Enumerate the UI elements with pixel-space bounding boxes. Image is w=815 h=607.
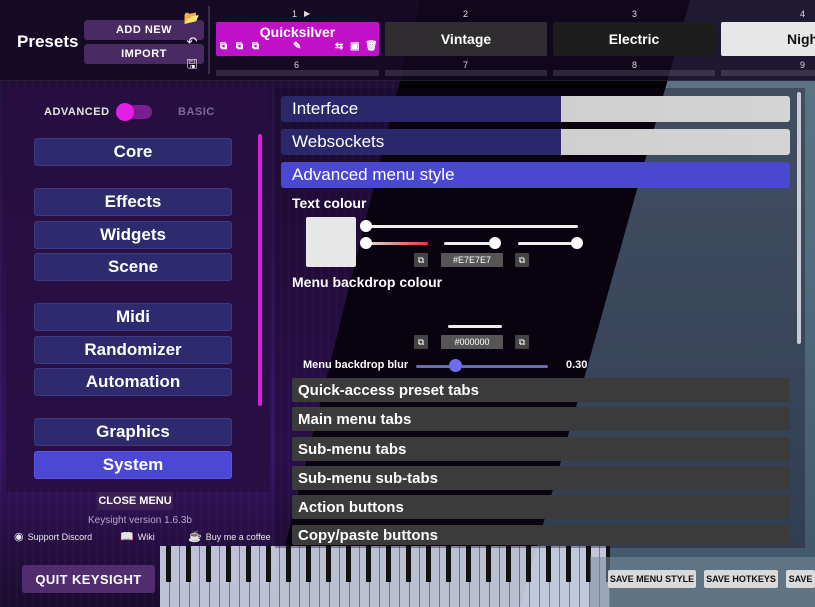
subsection-copy-paste-buttons[interactable]: Copy/paste buttons bbox=[292, 525, 790, 545]
preset-slot-number: 6 bbox=[294, 60, 300, 70]
support-discord-link[interactable]: ◉ Support Discord bbox=[14, 530, 92, 543]
preset-tab-night[interactable]: Nigh bbox=[721, 22, 815, 56]
text-colour-label: Text colour bbox=[292, 195, 367, 211]
copy-icon[interactable]: ⧉ bbox=[414, 253, 428, 267]
copy-icon[interactable]: ⧉ bbox=[220, 41, 227, 52]
piano-black-keys bbox=[160, 546, 610, 582]
backdrop-colour-label: Menu backdrop colour bbox=[292, 274, 443, 290]
backdrop-alpha-slider[interactable] bbox=[448, 325, 502, 328]
subsection-sub-menu-sub-tabs[interactable]: Sub-menu sub-tabs bbox=[292, 466, 790, 490]
settings-scrollbar[interactable] bbox=[797, 92, 801, 344]
close-menu-button[interactable]: CLOSE MENU bbox=[97, 492, 173, 510]
menu-scrollbar[interactable] bbox=[258, 134, 262, 406]
backdrop-blur-knob[interactable] bbox=[449, 359, 462, 372]
presets-divider bbox=[208, 6, 210, 74]
wiki-label: Wiki bbox=[137, 531, 155, 542]
mode-toggle-knob[interactable] bbox=[116, 103, 134, 121]
menu-midi[interactable]: Midi bbox=[34, 303, 232, 331]
blue-slider[interactable] bbox=[518, 242, 578, 245]
menu-automation[interactable]: Automation bbox=[34, 368, 232, 396]
presets-title: Presets bbox=[17, 32, 79, 51]
copy-icon[interactable]: ⧉ bbox=[414, 335, 428, 349]
menu-widgets[interactable]: Widgets bbox=[34, 221, 232, 249]
section-websockets[interactable]: Websockets bbox=[281, 129, 790, 155]
backdrop-blur-value: 0.30 bbox=[566, 359, 588, 371]
book-icon: 📖 bbox=[120, 531, 134, 543]
subsection-sub-menu-tabs[interactable]: Sub-menu tabs bbox=[292, 437, 790, 461]
paste-icon[interactable]: ⧉ bbox=[515, 335, 529, 349]
preset-tab-quicksilver[interactable]: Quicksilver ⧉ ⧉ ⧉ ✎ ⇆ ▣ 🗑 bbox=[216, 22, 379, 56]
backdrop-blur-label: Menu backdrop blur bbox=[303, 359, 409, 371]
slider-knob[interactable] bbox=[489, 237, 501, 249]
wiki-link[interactable]: 📖 Wiki bbox=[120, 530, 155, 543]
section-interface[interactable]: Interface bbox=[281, 96, 790, 122]
buy-coffee-link[interactable]: ☕ Buy me a coffee bbox=[188, 530, 271, 543]
text-alpha-slider[interactable] bbox=[366, 225, 578, 228]
backdrop-blur-slider[interactable] bbox=[416, 365, 548, 368]
copy-icon[interactable]: ⧉ bbox=[236, 41, 243, 52]
menu-system[interactable]: System bbox=[34, 451, 232, 479]
coffee-icon: ☕ bbox=[188, 531, 202, 543]
subsection-quick-access-preset-tabs[interactable]: Quick-access preset tabs bbox=[292, 378, 790, 402]
subsection-action-buttons[interactable]: Action buttons bbox=[292, 495, 790, 519]
preset-tab-empty[interactable] bbox=[216, 70, 379, 76]
preset-slot-number: 7 bbox=[463, 60, 469, 70]
support-discord-label: Support Discord bbox=[27, 531, 93, 542]
menu-scene[interactable]: Scene bbox=[34, 253, 232, 281]
slider-knob[interactable] bbox=[360, 237, 372, 249]
subsection-main-menu-tabs[interactable]: Main menu tabs bbox=[292, 407, 790, 431]
basic-label: BASIC bbox=[178, 106, 215, 118]
advanced-label: ADVANCED bbox=[44, 106, 110, 118]
text-colour-swatch[interactable] bbox=[306, 217, 356, 267]
preset-tab-vintage[interactable]: Vintage bbox=[385, 22, 547, 56]
discord-icon: ◉ bbox=[14, 531, 24, 543]
preset-tab-empty[interactable] bbox=[385, 70, 547, 76]
preset-tab-empty[interactable] bbox=[721, 70, 815, 76]
folder-open-icon[interactable]: 📂 bbox=[183, 9, 201, 27]
copy-icon[interactable]: ⧉ bbox=[252, 41, 259, 52]
version-text: Keysight version 1.6.3b bbox=[88, 515, 192, 526]
slider-knob[interactable] bbox=[571, 237, 583, 249]
edit-icon[interactable]: ✎ bbox=[293, 41, 301, 52]
save-menu-style-button[interactable]: SAVE MENU STYLE bbox=[608, 570, 696, 588]
save-icon[interactable]: 🖫 bbox=[183, 56, 201, 75]
trash-icon[interactable]: 🗑 bbox=[365, 41, 378, 52]
play-icon: ▶ bbox=[304, 9, 311, 18]
section-advanced-menu-style[interactable]: Advanced menu style bbox=[281, 162, 790, 188]
swap-icon[interactable]: ⇆ bbox=[335, 41, 343, 52]
preset-tab-empty[interactable] bbox=[553, 70, 715, 76]
menu-randomizer[interactable]: Randomizer bbox=[34, 336, 232, 364]
preset-slot-number: 3 bbox=[632, 9, 638, 19]
preset-tab-electric[interactable]: Electric bbox=[553, 22, 715, 56]
menu-core[interactable]: Core bbox=[34, 138, 232, 166]
text-colour-hex[interactable]: #E7E7E7 bbox=[441, 253, 503, 267]
save-icon[interactable]: ▣ bbox=[350, 41, 359, 52]
preset-slot-number: 1 bbox=[292, 9, 298, 19]
preset-slot-number: 9 bbox=[800, 60, 806, 70]
preset-slot-number: 4 bbox=[800, 9, 806, 19]
quit-button[interactable]: QUIT KEYSIGHT bbox=[22, 565, 155, 593]
preset-slot-number: 8 bbox=[632, 60, 638, 70]
backdrop-colour-hex[interactable]: #000000 bbox=[441, 335, 503, 349]
buy-coffee-label: Buy me a coffee bbox=[205, 531, 271, 542]
undo-icon[interactable]: ↶ bbox=[183, 33, 201, 51]
paste-icon[interactable]: ⧉ bbox=[515, 253, 529, 267]
slider-knob[interactable] bbox=[360, 220, 372, 232]
save-button[interactable]: SAVE bbox=[786, 570, 815, 588]
preset-tab-label: Electric bbox=[608, 31, 660, 47]
menu-effects[interactable]: Effects bbox=[34, 188, 232, 216]
save-hotkeys-button[interactable]: SAVE HOTKEYS bbox=[704, 570, 778, 588]
preset-slot-number: 2 bbox=[463, 9, 469, 19]
red-slider[interactable] bbox=[366, 242, 428, 245]
menu-graphics[interactable]: Graphics bbox=[34, 418, 232, 446]
preset-tab-label: Quicksilver bbox=[259, 24, 336, 40]
